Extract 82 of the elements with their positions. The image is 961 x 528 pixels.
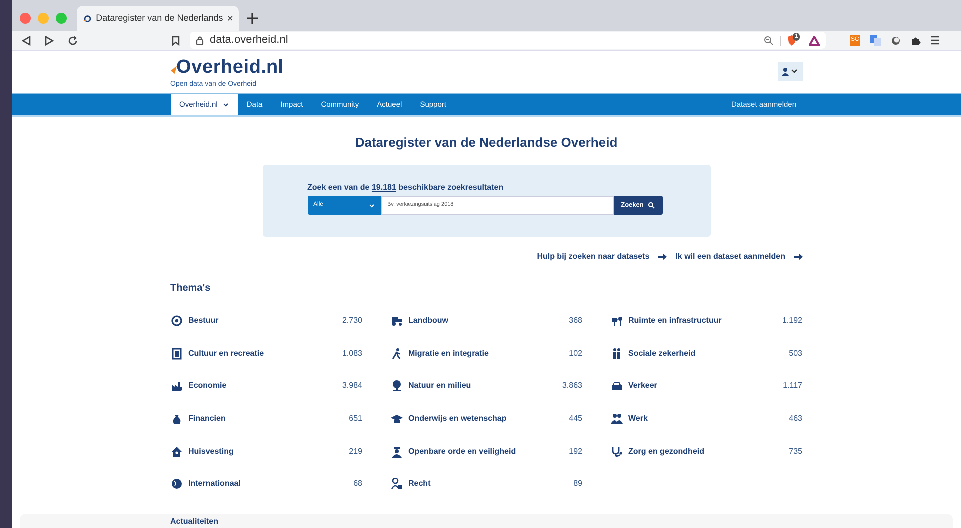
section-heading: Thema's: [170, 283, 212, 295]
dataset-count: 503: [789, 348, 802, 360]
section-heading: Actualiteiten: [170, 516, 220, 527]
theme-link[interactable]: Internationaal 68: [170, 468, 362, 501]
search-icon: [648, 202, 655, 209]
dataset-count: 651: [349, 413, 362, 426]
chevron-down-icon: [791, 69, 798, 74]
dataset-count: 192: [569, 446, 582, 458]
arrow-right-icon: [658, 253, 667, 261]
url-text: data.overheid.nl: [210, 33, 290, 48]
forward-icon[interactable]: [45, 36, 54, 46]
page-heading: Dataregister van de Nederlandse Overheid: [354, 135, 619, 151]
back-icon[interactable]: [22, 36, 31, 46]
car-icon: [610, 380, 622, 392]
gear-icon: [170, 315, 182, 328]
browser-tab[interactable]: Dataregister van de Nederlands: [77, 6, 239, 31]
menu-icon[interactable]: [931, 36, 940, 45]
tractor-icon: [390, 315, 402, 328]
arrow-link[interactable]: Ik wil een dataset aanmelden: [676, 251, 802, 263]
theme-link[interactable]: Zorg en gezondheid 735: [610, 435, 802, 468]
running-person-icon: [390, 348, 402, 360]
graduation-cap-icon: [390, 413, 402, 426]
house-icon: [170, 446, 182, 458]
lock-icon: [196, 36, 204, 46]
theme-link[interactable]: Werk 463: [610, 402, 802, 436]
dataset-count: 89: [574, 478, 582, 490]
results-count-link[interactable]: 19.181: [372, 183, 396, 192]
new-tab-icon[interactable]: [247, 13, 258, 24]
circle-icon[interactable]: [891, 36, 902, 46]
theme-link[interactable]: Migratie en integratie 102: [390, 338, 582, 370]
dataset-count: 1.117: [783, 380, 802, 392]
group-of-people-icon: [610, 413, 622, 426]
dataset-count: 463: [789, 413, 802, 426]
theme-link[interactable]: Openbare orde en veiligheid 192: [390, 435, 582, 468]
dataset-count: 3.984: [342, 380, 362, 392]
user-icon: [782, 68, 789, 76]
triangle-icon[interactable]: [809, 36, 820, 46]
police-officer-icon: [390, 446, 402, 458]
theme-link[interactable]: Huisvesting 219: [170, 435, 362, 468]
theme-link[interactable]: Sociale zekerheid 503: [610, 338, 802, 370]
bookmark-icon[interactable]: [172, 36, 180, 46]
theme-link[interactable]: Financien 651: [170, 402, 362, 436]
factory-icon: [170, 380, 182, 392]
theme-link[interactable]: Natuur en milieu 3.863: [390, 370, 582, 403]
theme-link[interactable]: Ruimte en infrastructuur 1.192: [610, 305, 802, 338]
dataset-count: 368: [569, 315, 582, 328]
close-tab-icon[interactable]: [228, 15, 233, 22]
chevron-down-icon: [368, 204, 374, 208]
theme-link[interactable]: Economie 3.984: [170, 370, 362, 403]
site-logo-icon: [83, 12, 92, 24]
arrow-link[interactable]: Hulp bij zoeken naar datasets: [537, 251, 667, 263]
site-logo[interactable]: Overheid.nl: [170, 57, 284, 79]
translate-icon[interactable]: [870, 35, 882, 46]
zoom-out-icon[interactable]: [764, 36, 774, 46]
dataset-count: 445: [569, 413, 582, 426]
dataset-count: 102: [569, 348, 582, 360]
puzzle-icon[interactable]: [911, 36, 922, 46]
dataset-count: 1.192: [782, 315, 802, 328]
framed-picture-icon: [170, 348, 182, 360]
search-intro: Zoek een van de 19.181 beschikbare zoekresultaten: [308, 183, 505, 193]
chevron-down-icon: [222, 102, 229, 106]
theme-link[interactable]: Verkeer 1.117: [610, 370, 802, 403]
tree-icon: [390, 380, 402, 392]
dataset-count: 219: [349, 446, 362, 458]
theme-link[interactable]: Onderwijs en wetenschap 445: [390, 402, 582, 436]
two-people-icon: [610, 348, 622, 360]
dataset-count: 735: [789, 446, 802, 458]
arrow-right-icon: [794, 253, 802, 261]
theme-link[interactable]: Landbouw 368: [390, 305, 582, 338]
account-menu-button[interactable]: [778, 62, 802, 81]
dataset-count: 2.730: [342, 315, 362, 328]
reload-icon[interactable]: [68, 36, 78, 46]
tab-title: Dataregister van de Nederlands: [96, 12, 224, 25]
theme-link[interactable]: Bestuur 2.730: [170, 305, 362, 338]
money-bag-icon: [170, 413, 182, 426]
stethoscope-icon: [610, 446, 622, 458]
theme-link[interactable]: Recht 89: [390, 468, 582, 501]
person-with-document-icon: [390, 478, 402, 490]
theme-link[interactable]: Cultuur en recreatie 1.083: [170, 338, 362, 370]
dataset-count: 3.863: [562, 380, 582, 392]
dataset-count: 68: [354, 478, 362, 490]
dataset-count: 1.083: [342, 348, 362, 360]
